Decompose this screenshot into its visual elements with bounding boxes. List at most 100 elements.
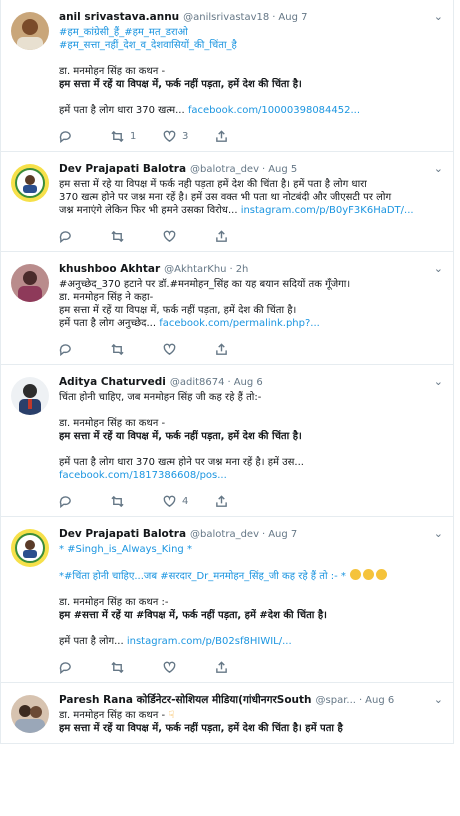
reply-button[interactable] (59, 343, 111, 356)
reply-icon (59, 230, 71, 243)
retweet-button[interactable] (111, 343, 163, 356)
tweet[interactable]: Dev Prajapati Balotra @balotra_dev · Aug… (1, 152, 453, 252)
tweet-text: #अनुच्छेद_370 हटाने पर डॉ.#मनमोहन_सिंह क… (59, 278, 443, 330)
user-name[interactable]: Dev Prajapati Balotra (59, 163, 186, 175)
avatar[interactable] (11, 377, 49, 415)
timestamp[interactable]: Aug 5 (268, 164, 297, 175)
text-line: जश्न मनाएंगे लेकिन फिर भी हमने उसका विरो… (59, 205, 238, 216)
reply-icon (59, 343, 71, 356)
reply-icon (59, 495, 71, 508)
tweet[interactable]: Dev Prajapati Balotra @balotra_dev · Aug… (1, 517, 453, 683)
like-button[interactable]: 3 (163, 130, 215, 143)
reply-button[interactable] (59, 230, 111, 243)
reply-icon (59, 661, 71, 674)
text-line: हम सत्ता में रहें या विपक्ष में, फर्क नह… (59, 431, 302, 442)
tweet[interactable]: anil srivastava.annu @anilsrivastav18 · … (1, 0, 453, 152)
like-button[interactable] (163, 661, 215, 674)
hashtag-line[interactable]: * #Singh_is_Always_King * (59, 543, 443, 556)
like-button[interactable] (163, 343, 215, 356)
user-handle[interactable]: @balotra_dev (190, 164, 259, 175)
user-handle[interactable]: @AkhtarKhu (164, 264, 226, 275)
avatar[interactable] (11, 264, 49, 302)
share-button[interactable] (215, 129, 267, 143)
share-icon (216, 342, 227, 355)
tweet[interactable]: khushboo Akhtar @AkhtarKhu · 2h ⌄ #अनुच्… (1, 252, 453, 365)
reply-button[interactable] (59, 661, 111, 674)
user-name[interactable]: khushboo Akhtar (59, 263, 160, 275)
share-button[interactable] (215, 229, 267, 243)
share-icon (216, 229, 227, 242)
retweet-icon (111, 230, 124, 242)
chevron-down-icon[interactable]: ⌄ (434, 162, 443, 175)
user-name[interactable]: anil srivastava.annu (59, 11, 179, 23)
tweet-actions: 1 3 (59, 129, 443, 143)
chevron-down-icon[interactable]: ⌄ (434, 375, 443, 388)
text-line: डा. मनमोहन सिंह ने कहा- (59, 292, 154, 303)
avatar[interactable] (11, 12, 49, 50)
chevron-down-icon[interactable]: ⌄ (434, 527, 443, 540)
user-name[interactable]: Dev Prajapati Balotra (59, 528, 186, 540)
text-line: चिंता होनी चाहिए, जब मनमोहन सिंह जी कह र… (59, 392, 262, 403)
tweet[interactable]: Aditya Chaturvedi @adit8674 · Aug 6 ⌄ चि… (1, 365, 453, 517)
link[interactable]: instagram.com/p/B02sf8HIWIL/... (127, 636, 292, 647)
share-icon (216, 660, 227, 673)
tweet-text: #हम_कांग्रेसी_हैं_#हम_मत_डराओ #हम_सत्ता_… (59, 26, 443, 117)
hand-emoji-icon: ☟ (168, 710, 175, 721)
reply-button[interactable] (59, 495, 111, 508)
share-button[interactable] (215, 660, 267, 674)
text-line: डा. मनमोहन सिंह का कथन - (59, 418, 166, 429)
text-line: हम सत्ता में रहें या विपक्ष में, फर्क नह… (59, 723, 343, 734)
avatar[interactable] (11, 529, 49, 567)
user-handle[interactable]: @balotra_dev (190, 529, 259, 540)
user-handle[interactable]: @anilsrivastav18 (183, 12, 269, 23)
tweet-text: डा. मनमोहन सिंह का कथन - ☟ हम सत्ता में … (59, 709, 443, 735)
text-line: हम सत्ता में रहें या विपक्ष में, फर्क नह… (59, 79, 302, 90)
retweet-button[interactable] (111, 661, 163, 674)
like-icon (163, 661, 176, 673)
smirk-emoji-icon (363, 569, 375, 580)
link[interactable]: facebook.com/permalink.php?... (159, 318, 320, 329)
like-icon (163, 495, 176, 507)
thinking-emoji-icon (376, 569, 388, 580)
tweet-actions: 4 (59, 494, 443, 508)
timestamp[interactable]: 2h (236, 264, 249, 275)
tweet-actions (59, 660, 443, 674)
tweet-actions (59, 229, 443, 243)
hashtag-line[interactable]: *#चिंता होनी चाहिए...जब #सरदार_Dr_मनमोहन… (59, 571, 346, 582)
like-button[interactable] (163, 230, 215, 243)
chevron-down-icon[interactable]: ⌄ (434, 10, 443, 23)
like-button[interactable]: 4 (163, 495, 215, 508)
retweet-button[interactable] (111, 495, 163, 508)
timestamp[interactable]: Aug 7 (268, 529, 297, 540)
avatar[interactable] (11, 164, 49, 202)
user-handle[interactable]: @spar... (316, 695, 356, 706)
timestamp[interactable]: Aug 6 (365, 695, 394, 706)
text-line: हम #सत्ता में रहें या #विपक्ष में, फर्क … (59, 610, 327, 621)
timestamp[interactable]: Aug 6 (234, 377, 263, 388)
reply-button[interactable] (59, 130, 111, 143)
timestamp[interactable]: Aug 7 (278, 12, 307, 23)
user-name[interactable]: Aditya Chaturvedi (59, 376, 166, 388)
like-icon (163, 230, 176, 242)
like-icon (163, 130, 176, 142)
link[interactable]: instagram.com/p/B0yF3K6HaDT/... (241, 205, 414, 216)
retweet-button[interactable]: 1 (111, 130, 163, 143)
user-handle[interactable]: @adit8674 (170, 377, 225, 388)
user-name[interactable]: Paresh Rana कोर्डिनेटर-सोशियल मीडिया(गां… (59, 693, 312, 707)
hashtag-line[interactable]: #हम_कांग्रेसी_हैं_#हम_मत_डराओ (59, 26, 443, 39)
retweet-button[interactable] (111, 230, 163, 243)
share-button[interactable] (215, 494, 267, 508)
text-line: हमें पता है लोग धारा 370 खत्म... (59, 105, 185, 116)
link[interactable]: facebook.com/1817386608/pos... (59, 469, 443, 482)
like-icon (163, 343, 176, 355)
tweet-actions (59, 342, 443, 356)
chevron-down-icon[interactable]: ⌄ (434, 693, 443, 706)
hashtag-line[interactable]: #हम_सत्ता_नहीं_देश_व_देशवासियों_की_चिंता… (59, 39, 443, 52)
retweet-count: 1 (130, 130, 137, 142)
link[interactable]: facebook.com/10000398084452... (188, 105, 360, 116)
avatar[interactable] (11, 695, 49, 733)
tweet-text: * #Singh_is_Always_King * *#चिंता होनी च… (59, 543, 443, 648)
tweet[interactable]: Paresh Rana कोर्डिनेटर-सोशियल मीडिया(गां… (1, 683, 453, 744)
chevron-down-icon[interactable]: ⌄ (434, 262, 443, 275)
share-button[interactable] (215, 342, 267, 356)
